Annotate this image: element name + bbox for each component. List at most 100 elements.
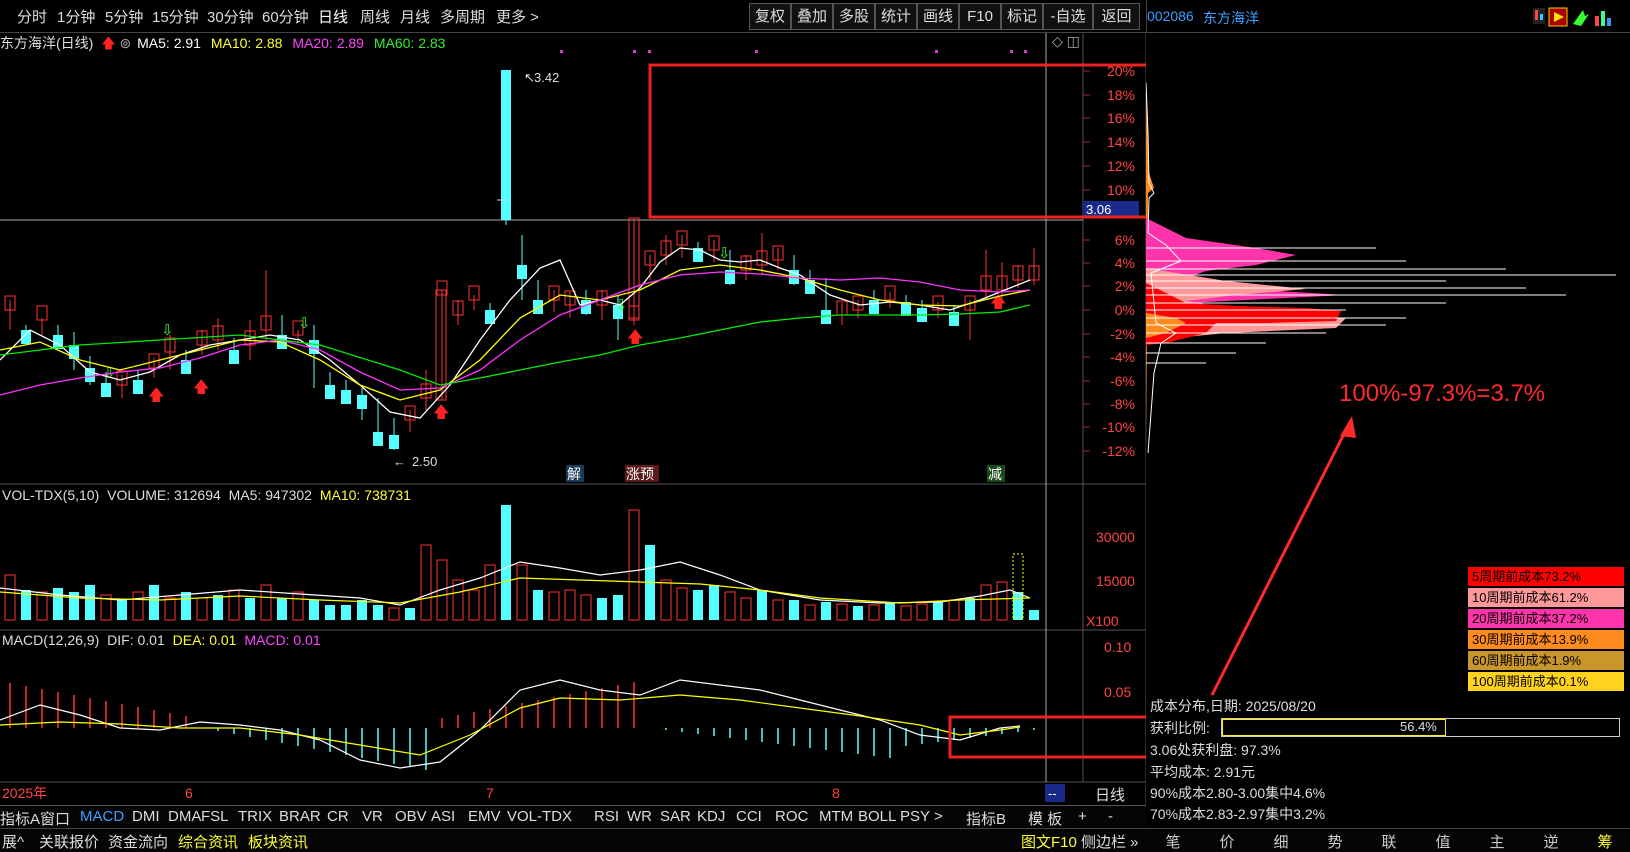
indicator-tab[interactable]: TRIX	[238, 808, 272, 825]
right-nav-tab[interactable]: 价	[1200, 831, 1254, 852]
indicator-tab[interactable]: ROC	[775, 808, 808, 825]
macd-dif-line	[0, 679, 1021, 769]
legend-item: 20周期前成本37.2%	[1468, 609, 1624, 628]
volume-bar	[676, 587, 688, 621]
indicator-tab[interactable]: -	[1108, 808, 1113, 825]
indicator-tab[interactable]: MTM	[819, 808, 853, 825]
indicator-tab[interactable]: VR	[362, 808, 383, 825]
right-nav-tab[interactable]: 筹	[1578, 831, 1630, 852]
pct-tick: -12%	[1102, 443, 1135, 459]
macd-dea: DEA: 0.01	[172, 632, 237, 648]
indicator-tab[interactable]: CCI	[736, 808, 762, 825]
indicator-tab[interactable]: KDJ	[697, 808, 725, 825]
indicator-tab[interactable]: EMV	[468, 808, 501, 825]
annotation-arrow	[1210, 416, 1356, 696]
volume-bar	[420, 544, 432, 621]
profit-ratio-label: 获利比例:	[1150, 720, 1210, 736]
right-nav-tab[interactable]: 逆	[1524, 831, 1578, 852]
candle-body	[101, 383, 111, 397]
legend-item: 100周期前成本0.1%	[1468, 672, 1624, 691]
vol-axis-30000: 30000	[1096, 529, 1135, 545]
tab-related-quotes[interactable]: 关联报价	[39, 831, 99, 852]
expand-tab[interactable]: 展^	[2, 831, 24, 852]
signal-jian: 减	[988, 466, 1002, 482]
time-label-6: 6	[185, 785, 193, 801]
pct-tick: -4%	[1110, 349, 1135, 365]
tab-capital-flow[interactable]: 资金流向	[108, 831, 168, 852]
right-nav-tab[interactable]: 笔	[1146, 831, 1200, 852]
volume-bar	[613, 595, 623, 620]
arrow-up-icon[interactable]	[1573, 10, 1589, 26]
bar-chart-icon[interactable]	[1595, 11, 1611, 26]
right-nav-tab[interactable]: 势	[1308, 831, 1362, 852]
indicator-tab[interactable]: 指标A	[0, 808, 40, 829]
volume-bar	[388, 607, 400, 621]
indicator-tab[interactable]: PSY	[900, 808, 930, 825]
indicator-tab[interactable]: MACD	[80, 808, 124, 825]
volume-bar	[597, 598, 607, 620]
right-nav-tab[interactable]: 细	[1254, 831, 1308, 852]
indicator-tab[interactable]: DMI	[132, 808, 160, 825]
indicator-tab[interactable]: >	[934, 808, 943, 825]
volume-bar	[885, 602, 895, 620]
volume-bar	[357, 600, 367, 620]
indicator-tab[interactable]: BRAR	[279, 808, 321, 825]
buy-arrow-icon: 🡅	[433, 404, 449, 421]
candle-body	[133, 380, 143, 394]
indicator-tab[interactable]: FSL	[201, 808, 229, 825]
volume-bar	[821, 602, 831, 620]
pct-tick: 0%	[1115, 302, 1135, 318]
candle-body	[869, 300, 879, 314]
high-price-label: 3.42	[534, 70, 559, 85]
play-icon[interactable]	[1548, 7, 1568, 27]
indicator-tab[interactable]: RSI	[594, 808, 619, 825]
indicator-tab[interactable]: SAR	[660, 808, 691, 825]
tab-sector-news[interactable]: 板块资讯	[248, 831, 308, 852]
pct-tick: 14%	[1107, 134, 1135, 150]
volume-bar	[405, 608, 415, 620]
right-nav-tab[interactable]: 主	[1470, 831, 1524, 852]
profit-at-price: 3.06处获利盘: 97.3%	[1150, 742, 1281, 758]
indicator-tab[interactable]: OBV	[395, 808, 427, 825]
volume-bar	[245, 598, 255, 620]
volume-bar	[804, 604, 816, 621]
macd-axis-005: 0.05	[1104, 684, 1131, 700]
indicator-tab[interactable]: DMA	[168, 808, 201, 825]
cost-70: 70%成本2.83-2.97集中3.2%	[1150, 806, 1326, 822]
ma10-line	[0, 264, 1031, 401]
right-nav-tab[interactable]: 值	[1416, 831, 1470, 852]
volume-bar	[117, 600, 127, 620]
indicator-tab[interactable]: WR	[627, 808, 652, 825]
signal-jie: 解	[567, 466, 581, 482]
volume-bar	[53, 588, 63, 620]
buy-arrow-icon: 🡅	[148, 387, 164, 404]
volume-bar	[468, 589, 480, 621]
tuwen-f10-button[interactable]: 图文F10	[1021, 831, 1077, 852]
volume-bar	[516, 564, 528, 621]
volume-bar	[196, 597, 208, 621]
indicator-tab[interactable]: 指标B	[966, 808, 1006, 829]
indicator-tab[interactable]: 窗口	[40, 808, 70, 829]
indicator-tab[interactable]: ASI	[431, 808, 455, 825]
volume-bar	[292, 591, 304, 621]
svg-text:↖: ↖	[524, 70, 535, 85]
indicator-tab[interactable]: 模 板	[1028, 808, 1062, 829]
sell-arrow-icon: ⇩	[298, 315, 311, 332]
crosshair-date: --	[1048, 786, 1057, 801]
indicator-tab[interactable]: CR	[327, 808, 349, 825]
candle-body	[325, 385, 335, 399]
indicator-tab[interactable]: VOL-TDX	[507, 808, 572, 825]
indicator-tab[interactable]: BOLL	[858, 808, 896, 825]
indicator-icon[interactable]	[1533, 8, 1545, 24]
volume-bar	[548, 591, 560, 621]
volume-bar	[36, 591, 48, 621]
volume-bar	[580, 594, 592, 621]
tab-news[interactable]: 综合资讯	[178, 831, 238, 852]
indicator-tab[interactable]: +	[1078, 808, 1087, 825]
pct-tick: -8%	[1110, 396, 1135, 412]
sell-arrow-icon: ⇩	[161, 322, 174, 339]
cost-dist-title: 成本分布,日期: 2025/08/20	[1150, 698, 1316, 714]
sidebar-toggle[interactable]: 侧边栏 »	[1081, 831, 1139, 852]
right-nav-tab[interactable]: 联	[1362, 831, 1416, 852]
profit-ratio-bar: 56.4%	[1221, 718, 1620, 737]
